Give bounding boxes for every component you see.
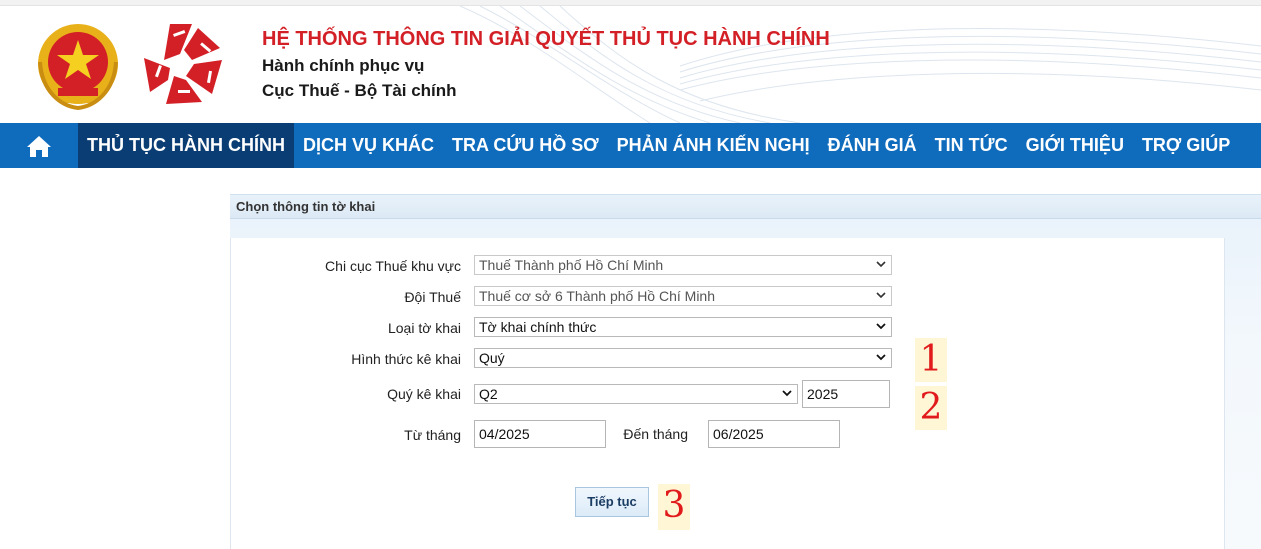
header-wave-decoration xyxy=(459,6,1261,123)
nav-item-about[interactable]: GIỚI THIỆU xyxy=(1017,123,1133,168)
system-title: HỆ THỐNG THÔNG TIN GIẢI QUYẾT THỦ TỤC HÀ… xyxy=(262,28,830,50)
public-service-logo-icon xyxy=(144,24,222,104)
tax-team-label: Đội Thuế xyxy=(404,289,461,305)
nav-item-administrative-procedures[interactable]: THỦ TỤC HÀNH CHÍNH xyxy=(78,123,294,168)
header-subtitle-service: Hành chính phục vụ xyxy=(262,56,425,75)
from-month-label: Từ tháng xyxy=(404,427,461,443)
quarter-label: Quý kê khai xyxy=(387,386,461,402)
nav-item-news[interactable]: TIN TỨC xyxy=(926,123,1017,168)
header-subtitle-agency: Cục Thuế - Bộ Tài chính xyxy=(262,81,457,100)
tax-branch-label: Chi cục Thuế khu vực xyxy=(325,258,461,274)
annotation-marker-2: 2 xyxy=(915,386,947,430)
nav-item-other-services[interactable]: DỊCH VỤ KHÁC xyxy=(294,123,443,168)
chevron-down-icon xyxy=(782,390,792,397)
annotation-marker-3: 3 xyxy=(658,484,690,530)
declaration-type-value: Tờ khai chính thức xyxy=(479,319,597,335)
to-month-input[interactable]: 06/2025 xyxy=(708,420,840,448)
chevron-down-icon xyxy=(876,292,886,299)
to-month-label: Đến tháng xyxy=(623,426,688,442)
declaration-type-label: Loại tờ khai xyxy=(387,320,461,336)
annotation-marker-1: 1 xyxy=(915,338,947,382)
quarter-value: Q2 xyxy=(479,386,498,402)
nav-item-rating[interactable]: ĐÁNH GIÁ xyxy=(819,123,926,168)
year-input[interactable]: 2025 xyxy=(802,380,890,408)
panel-title: Chọn thông tin tờ khai xyxy=(236,199,376,214)
site-header: HỆ THỐNG THÔNG TIN GIẢI QUYẾT THỦ TỤC HÀ… xyxy=(0,6,1261,123)
main-navigation: THỦ TỤC HÀNH CHÍNH DỊCH VỤ KHÁC TRA CỨU … xyxy=(0,123,1261,168)
tax-branch-select[interactable]: Thuế Thành phố Hồ Chí Minh xyxy=(474,255,892,275)
declaration-type-select[interactable]: Tờ khai chính thức xyxy=(474,317,892,337)
chevron-down-icon xyxy=(876,261,886,268)
tax-team-select[interactable]: Thuế cơ sở 6 Thành phố Hồ Chí Minh xyxy=(474,286,892,306)
chevron-down-icon xyxy=(876,323,886,330)
declaration-form-value: Quý xyxy=(479,350,505,366)
tax-team-value: Thuế cơ sở 6 Thành phố Hồ Chí Minh xyxy=(479,288,716,304)
chevron-down-icon xyxy=(876,354,886,361)
nav-item-feedback[interactable]: PHẢN ÁNH KIẾN NGHỊ xyxy=(608,123,819,168)
nav-item-record-lookup[interactable]: TRA CỨU HỒ SƠ xyxy=(443,123,608,168)
vietnam-national-emblem-icon xyxy=(38,24,118,110)
page: HỆ THỐNG THÔNG TIN GIẢI QUYẾT THỦ TỤC HÀ… xyxy=(0,0,1261,549)
from-month-input[interactable]: 04/2025 xyxy=(474,420,606,448)
nav-home-button[interactable] xyxy=(0,123,78,168)
declaration-form-label: Hình thức kê khai xyxy=(351,351,461,367)
quarter-select[interactable]: Q2 xyxy=(474,384,798,404)
tax-branch-value: Thuế Thành phố Hồ Chí Minh xyxy=(479,257,664,273)
home-icon xyxy=(27,135,51,157)
nav-item-help[interactable]: TRỢ GIÚP xyxy=(1133,123,1239,168)
declaration-form-select[interactable]: Quý xyxy=(474,348,892,368)
continue-button[interactable]: Tiếp tục xyxy=(575,487,649,517)
panel-header: Chọn thông tin tờ khai xyxy=(230,194,1261,219)
